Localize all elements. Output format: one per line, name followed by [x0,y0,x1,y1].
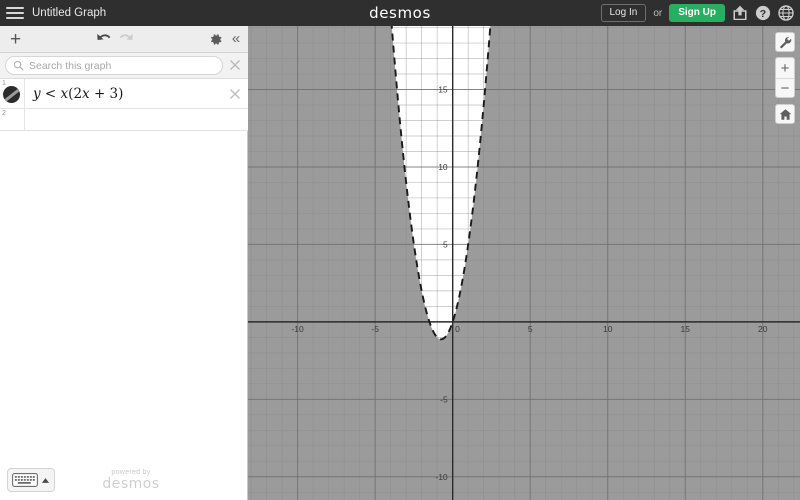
zoom-out-button[interactable]: − [776,78,794,98]
svg-text:10: 10 [438,162,448,172]
hamburger-bar [6,17,24,19]
redo-icon[interactable] [117,32,134,47]
sign-up-button[interactable]: Sign Up [669,4,725,22]
svg-text:15: 15 [438,85,448,95]
expression-row-1[interactable]: 1 y < x(2x + 3) [0,79,248,109]
powered-by-desmos-watermark: powered by desmos [96,469,166,492]
graph-settings-button[interactable] [775,32,795,52]
gear-icon[interactable] [208,32,223,47]
expressions-panel: + « Search this graph 1 y < x(2x + 3) 2 … [0,26,248,500]
inequality-shaded-region [248,26,800,500]
undo-icon[interactable] [96,32,113,47]
share-icon[interactable] [732,5,748,21]
or-label: or [653,7,663,19]
hamburger-menu-icon[interactable] [5,5,25,21]
svg-text:20: 20 [758,324,768,334]
globe-icon[interactable] [778,5,794,21]
hamburger-bar [6,12,24,14]
watermark-top-text: powered by [111,469,151,476]
svg-text:0: 0 [455,324,460,334]
expression-toolbar: + « [0,26,248,53]
search-input[interactable] [29,59,215,72]
search-box[interactable] [5,56,223,75]
caret-up-icon [41,477,50,483]
help-icon[interactable]: ? [755,5,771,21]
home-button[interactable] [775,104,795,124]
zoom-controls: + − [775,57,795,98]
expression-gutter: 2 [0,109,25,130]
wrench-icon [779,36,791,48]
expression-index: 2 [2,110,6,117]
home-icon [779,108,791,120]
svg-text:-10: -10 [435,472,448,482]
search-row [0,53,248,79]
collapse-panel-button[interactable]: « [228,30,244,48]
desmos-calculator-app: Untitled Graph desmos Log In or Sign Up … [0,0,800,500]
expression-color-swatch[interactable] [3,86,20,103]
svg-text:15: 15 [681,324,691,334]
graph-title[interactable]: Untitled Graph [26,0,112,26]
hamburger-bar [6,7,24,9]
expression-list: 1 y < x(2x + 3) 2 [0,79,248,131]
add-expression-button[interactable]: + [6,30,25,49]
keyboard-toggle-button[interactable] [7,468,55,492]
keyboard-icon [12,473,38,487]
svg-text:?: ? [760,8,766,20]
top-header-bar: Untitled Graph desmos Log In or Sign Up … [0,0,800,26]
close-icon[interactable] [228,58,242,72]
close-icon[interactable] [228,87,242,101]
search-icon [13,60,24,71]
expression-math-1[interactable]: y < x(2x + 3) [33,86,123,102]
header-actions: Log In or Sign Up ? [600,0,795,26]
svg-text:5: 5 [443,239,448,249]
zoom-in-button[interactable]: + [776,58,794,79]
watermark-bottom-text: desmos [102,476,160,492]
svg-text:10: 10 [603,324,613,334]
svg-text:5: 5 [528,324,533,334]
svg-text:-5: -5 [371,324,379,334]
graph-svg: -10 -5 0 5 10 15 20 -10 -5 5 10 15 [248,26,800,500]
log-in-button[interactable]: Log In [600,4,647,22]
expression-row-2[interactable]: 2 [0,109,248,131]
graph-canvas[interactable]: -10 -5 0 5 10 15 20 -10 -5 5 10 15 + − [248,26,800,500]
svg-text:-10: -10 [291,324,304,334]
expression-gutter: 1 [0,79,25,108]
svg-text:-5: -5 [440,394,448,404]
